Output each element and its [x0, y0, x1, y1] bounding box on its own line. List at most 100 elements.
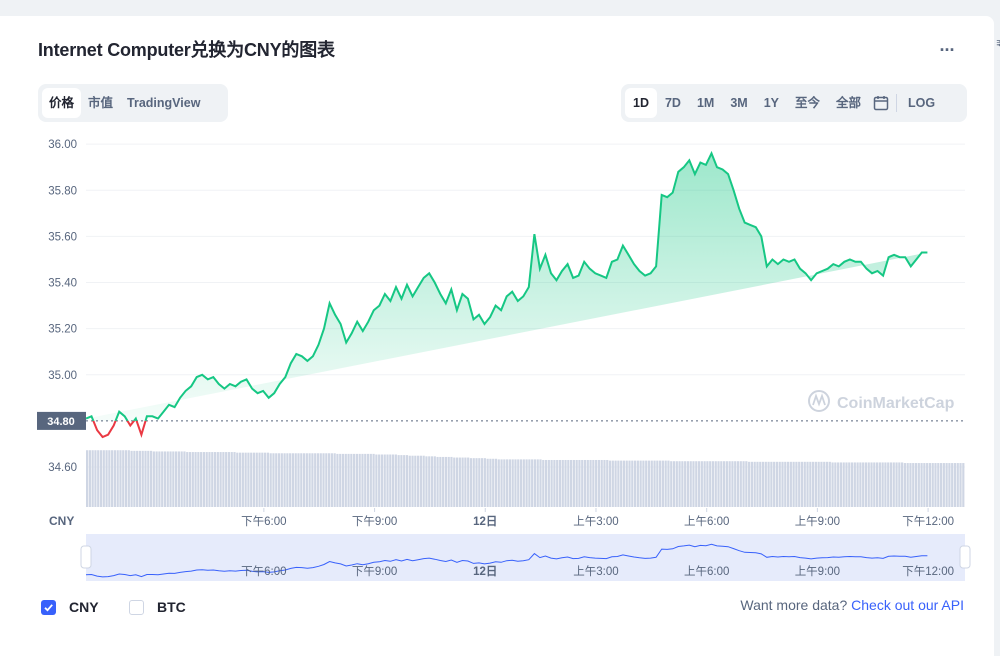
volume-bar — [834, 462, 837, 507]
volume-bar — [347, 453, 350, 507]
volume-bar — [889, 462, 893, 507]
volume-bar — [300, 453, 303, 507]
volume-bar — [803, 461, 806, 507]
volume-bar — [862, 462, 865, 507]
volume-bar — [433, 456, 436, 507]
volume-bar — [233, 452, 236, 507]
volume-bar — [169, 451, 172, 507]
btc-checkbox[interactable] — [129, 599, 144, 615]
volume-bar — [903, 463, 906, 507]
y-tick-label: 35.80 — [48, 185, 77, 197]
volume-bar — [213, 452, 217, 507]
volume-bar — [447, 456, 450, 507]
legend-cny[interactable]: CNY — [41, 597, 99, 617]
volume-bar — [163, 451, 167, 507]
volume-bar — [244, 452, 247, 507]
volume-bar — [250, 452, 253, 507]
volume-bar — [258, 452, 261, 507]
volume-bar — [417, 455, 420, 507]
currency-axis-label: CNY — [49, 514, 74, 528]
volume-bar — [756, 461, 759, 507]
api-prompt: Want more data? — [740, 597, 848, 613]
volume-bar — [948, 463, 951, 507]
volume-bar — [439, 456, 442, 507]
x-tick-label: 下午6:00 — [241, 515, 286, 528]
volume-bar — [770, 461, 773, 507]
volume-bar — [216, 452, 219, 507]
volume-bar — [703, 461, 706, 507]
volume-bar — [391, 454, 395, 507]
volume-bar — [873, 462, 876, 507]
volume-bar — [408, 455, 411, 507]
volume-bar — [455, 457, 459, 507]
x-tick-label: 上午6:00 — [684, 515, 729, 528]
volume-bar — [636, 460, 639, 507]
cny-checkbox[interactable] — [41, 599, 56, 615]
volume-bar — [809, 461, 812, 507]
volume-bar — [709, 461, 712, 507]
volume-bar — [736, 461, 740, 507]
volume-bar — [812, 461, 815, 507]
volume-bar — [739, 461, 742, 507]
x-tick-label: 上午3:00 — [573, 515, 618, 528]
volume-bar — [795, 461, 798, 507]
volume-bar — [661, 460, 664, 507]
volume-bar — [864, 462, 868, 507]
volume-bar — [720, 461, 723, 507]
volume-bar — [297, 453, 300, 507]
volume-bar — [86, 450, 89, 507]
volume-bar — [553, 459, 556, 507]
volume-bar — [414, 455, 417, 507]
volume-bar — [617, 460, 620, 507]
api-promo: Want more data? Check out our API — [740, 597, 964, 613]
volume-bar — [200, 452, 203, 507]
volume-bar — [386, 454, 389, 507]
volume-bar — [962, 463, 965, 507]
volume-bar — [336, 453, 339, 507]
volume-bar — [906, 463, 909, 507]
watermark-text: CoinMarketCap — [837, 395, 955, 412]
volume-bar — [283, 453, 286, 507]
volume-bar — [898, 462, 901, 507]
volume-bar — [339, 453, 342, 507]
navigator-handle-right[interactable] — [959, 545, 971, 569]
volume-bar — [202, 452, 206, 507]
volume-bar — [136, 450, 139, 507]
volume-bar — [486, 458, 489, 507]
navigator[interactable]: 下午6:00 下午9:00 12日 上午3:00 上午6:00 上午9:00 下午12:00 — [80, 534, 971, 581]
volume-bar — [166, 451, 169, 507]
volume-bar — [750, 461, 753, 507]
volume-bar — [205, 452, 208, 507]
volume-bar — [411, 455, 414, 507]
volume-bar — [884, 462, 887, 507]
volume-bar — [266, 452, 269, 507]
volume-bar — [781, 461, 784, 507]
volume-bar — [881, 462, 884, 507]
volume-bar — [497, 459, 500, 507]
volume-bar — [492, 458, 495, 507]
volume-bar — [211, 452, 214, 507]
x-tick-label: 下午9:00 — [352, 515, 397, 528]
volume-bar — [631, 460, 634, 507]
volume-bar — [322, 453, 325, 507]
volume-bar — [533, 459, 537, 507]
volume-bar — [959, 463, 962, 507]
volume-bar — [642, 460, 645, 507]
reference-label: 34.80 — [47, 416, 75, 428]
volume-bar — [901, 462, 904, 507]
volume-bar — [614, 460, 617, 507]
navigator-tick-label: 上午6:00 — [684, 565, 729, 578]
volume-bar — [734, 461, 737, 507]
volume-bar — [956, 463, 959, 507]
navigator-handle-left[interactable] — [80, 545, 92, 569]
volume-bar — [714, 461, 717, 507]
volume-bar — [914, 463, 918, 507]
api-link[interactable]: Check out our API — [851, 597, 964, 613]
legend-btc[interactable]: BTC — [129, 597, 186, 617]
volume-bar — [664, 460, 667, 507]
volume-bar — [536, 459, 539, 507]
volume-bar — [227, 452, 231, 507]
volume-bar — [517, 459, 520, 507]
volume-bar — [208, 452, 211, 507]
volume-bar — [372, 453, 375, 507]
